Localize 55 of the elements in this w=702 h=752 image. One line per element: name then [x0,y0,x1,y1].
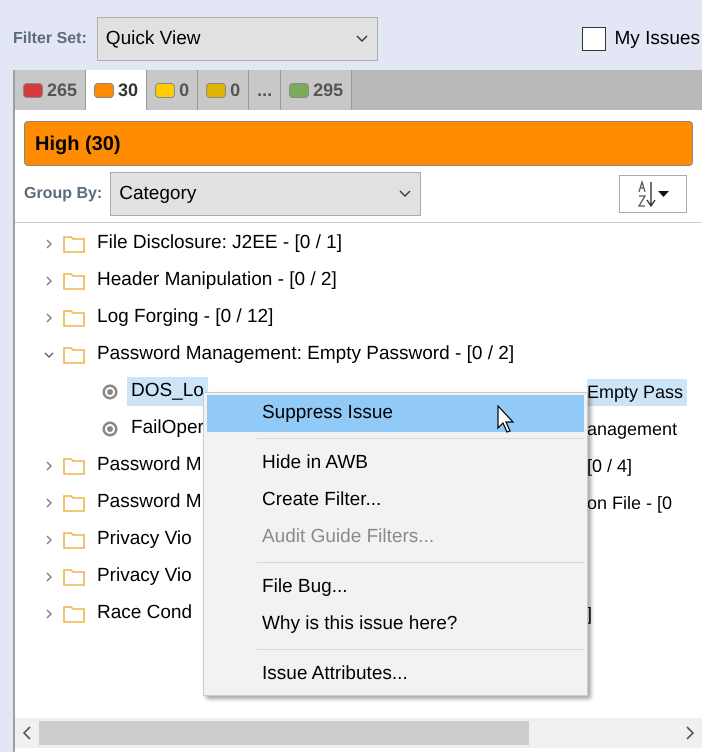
folder-icon [63,568,85,586]
sort-icon [636,179,670,209]
my-issues-checkbox[interactable] [582,27,606,51]
severity-swatch [23,82,43,98]
severity-tab[interactable]: 265 [15,70,86,110]
severity-banner: High (30) [24,121,693,166]
group-by-dropdown[interactable]: Category [110,172,422,216]
tree-item-label[interactable]: [0 / 4] [587,453,636,480]
menu-item[interactable]: Create Filter... [207,482,584,519]
folder-icon [63,272,85,290]
menu-item[interactable]: File Bug... [207,569,584,606]
tree-item-label[interactable]: Race Cond [93,599,196,628]
tree-item-label[interactable]: Log Forging - [0 / 12] [93,303,278,332]
tree-item-label[interactable]: Privacy Vio [93,562,196,591]
severity-tab[interactable]: ... [249,70,282,110]
tree-item-label[interactable]: Empty Pass [587,379,688,406]
menu-item[interactable]: Hide in AWB [207,445,584,482]
chevron-down-icon [354,34,369,44]
severity-swatch [155,82,176,98]
tree-item-label[interactable]: Privacy Vio [93,525,196,554]
tree-item-label[interactable]: on File - [0 [587,490,676,517]
tree-item-label[interactable]: Password Management: Empty Password - [0 / 2] [93,340,518,369]
filter-set-dropdown[interactable]: Quick View [96,17,378,61]
tree-item-label[interactable]: File Disclosure: J2EE - [0 / 1] [93,229,346,258]
folder-icon [63,346,85,364]
tree-item-label[interactable]: DOS_Lo [127,377,208,406]
tree-item-label[interactable]: Header Manipulation - [0 / 2] [93,266,341,295]
my-issues-label[interactable]: My Issues [614,24,700,54]
folder-icon [63,530,85,548]
severity-tab[interactable]: 30 [86,70,148,110]
menu-item[interactable]: Why is this issue here? [207,606,584,643]
group-by-label: Group By: [24,184,102,204]
menu-item[interactable]: Suppress Issue [207,395,584,432]
folder-icon [63,456,85,474]
tree-item-label[interactable]: Password M [93,451,206,480]
sort-button[interactable] [619,175,687,213]
folder-icon [63,308,85,326]
mouse-cursor-icon [497,405,517,435]
severity-tab[interactable]: 0 [147,70,198,110]
severity-swatch [206,82,226,98]
issue-icon [101,382,119,400]
tree-item-label[interactable]: anagement [587,416,682,443]
filter-set-label: Filter Set: [13,29,87,49]
chevron-down-icon [398,189,412,199]
severity-tab[interactable]: 0 [198,70,250,110]
folder-icon [63,494,85,512]
scrollbar-thumb[interactable] [39,721,529,745]
menu-item[interactable]: Issue Attributes... [207,656,584,693]
tree-item-label[interactable]: Password M [93,488,206,517]
severity-swatch [94,82,114,98]
folder-icon [63,234,85,252]
issue-icon [101,420,119,438]
folder-icon [63,604,85,622]
severity-swatch [289,82,310,98]
severity-tab[interactable]: 295 [281,70,352,110]
